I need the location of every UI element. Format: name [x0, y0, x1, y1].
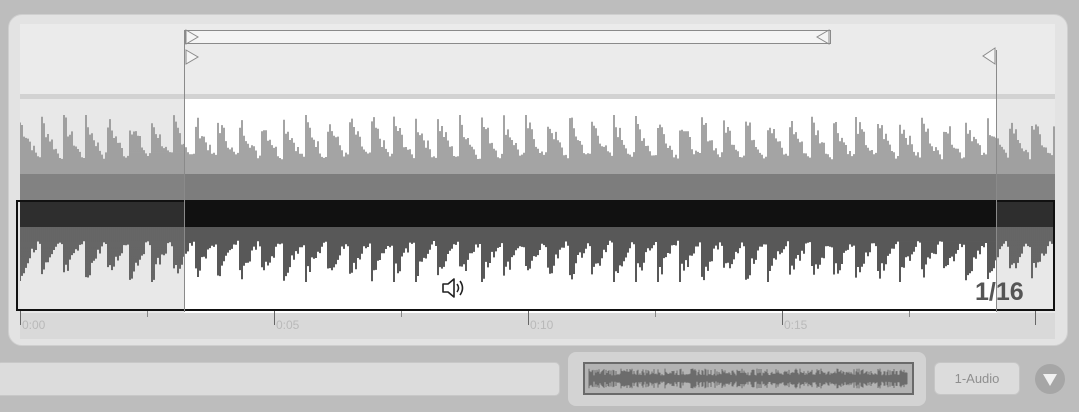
speaker-icon[interactable]	[440, 276, 470, 300]
time-tick	[782, 311, 783, 325]
time-tick-minor	[147, 311, 148, 317]
time-tick-minor	[655, 311, 656, 317]
time-label: 0:10	[530, 318, 554, 332]
grid-resolution-label: 1/16	[975, 278, 1024, 306]
waveform-overview[interactable]	[583, 362, 914, 395]
triangle-down-icon[interactable]	[1034, 363, 1066, 395]
markers-layer	[184, 29, 997, 312]
time-tick	[528, 311, 529, 325]
time-tick-minor	[909, 311, 910, 317]
track-output-button[interactable]: 1-Audio	[934, 362, 1020, 395]
time-tick	[20, 311, 21, 325]
time-tick	[1035, 311, 1036, 325]
clip-name-field[interactable]	[0, 362, 560, 396]
end-marker-icon	[982, 47, 996, 65]
time-label: 0:05	[276, 318, 300, 332]
loop-start-marker-icon	[185, 29, 199, 45]
time-tick-minor	[401, 311, 402, 317]
overview-waveform	[588, 368, 908, 389]
time-label: 0:15	[784, 318, 808, 332]
track-output-label: 1-Audio	[954, 371, 1000, 386]
time-tick	[274, 311, 275, 325]
time-label: 0:00	[22, 318, 46, 332]
loop-end-marker-icon	[816, 29, 830, 45]
start-marker-icon	[185, 49, 199, 65]
